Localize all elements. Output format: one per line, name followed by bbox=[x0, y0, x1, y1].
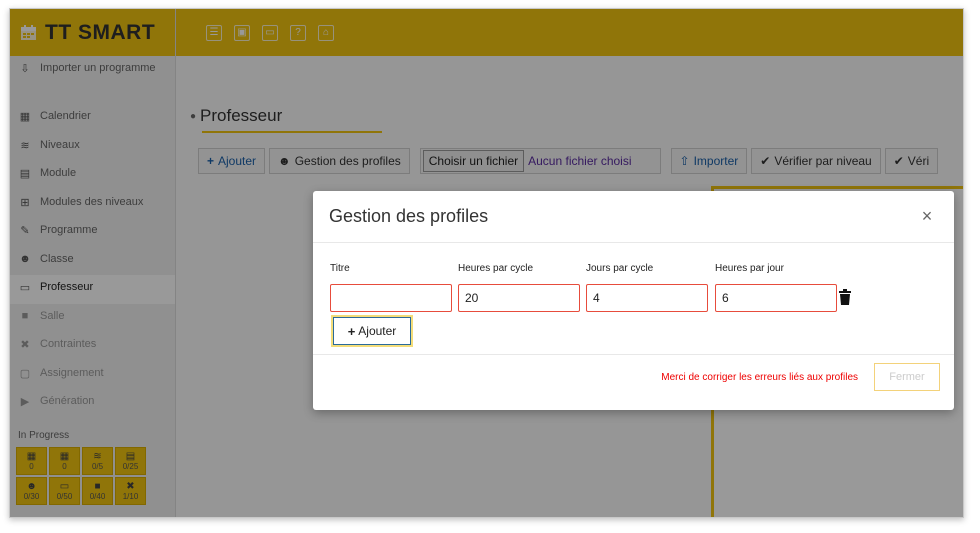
modal-body: Titre Heures par cycle Jours par cycle H… bbox=[313, 243, 954, 355]
column-header-titre: Titre bbox=[330, 263, 350, 274]
modal-footer: Merci de corriger les erreurs liés aux p… bbox=[313, 355, 954, 409]
add-profile-button[interactable]: + Ajouter bbox=[331, 315, 413, 347]
titre-field[interactable] bbox=[330, 284, 452, 312]
column-header-jours-cycle: Jours par cycle bbox=[586, 263, 654, 274]
trash-icon[interactable] bbox=[839, 289, 851, 305]
heures-cycle-field[interactable] bbox=[458, 284, 580, 312]
modal-title: Gestion des profiles bbox=[329, 206, 489, 226]
fermer-button[interactable]: Fermer bbox=[874, 363, 940, 391]
heures-jour-field[interactable] bbox=[715, 284, 837, 312]
error-message: Merci de corriger les erreurs liés aux p… bbox=[661, 372, 858, 383]
close-icon[interactable]: × bbox=[916, 206, 938, 227]
plus-icon: + bbox=[347, 323, 356, 339]
jours-cycle-field[interactable] bbox=[586, 284, 708, 312]
add-profile-label: Ajouter bbox=[358, 324, 397, 338]
profiles-modal: Gestion des profiles × Titre Heures par … bbox=[313, 191, 954, 410]
column-header-heures-jour: Heures par jour bbox=[715, 263, 784, 274]
app-window: TT SMART ⇩ Importer un programme ▦ Calen… bbox=[9, 8, 964, 518]
modal-header: Gestion des profiles × bbox=[313, 191, 954, 243]
column-header-heures-cycle: Heures par cycle bbox=[458, 263, 534, 274]
